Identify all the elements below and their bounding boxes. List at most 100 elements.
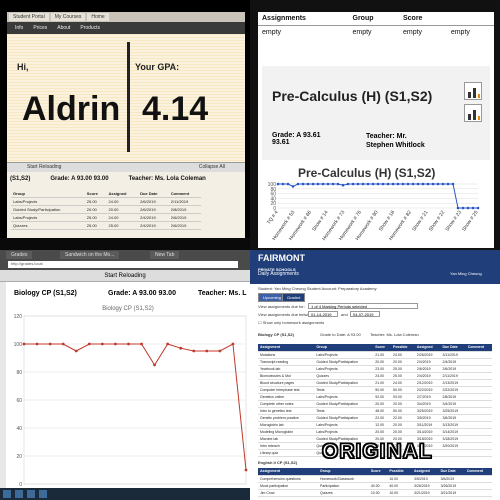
table-cell: 3/4/2019	[414, 400, 441, 408]
table-cell: 3/11/2019	[414, 421, 441, 429]
col-header: Assigned	[106, 190, 139, 198]
table-cell: 22.00	[373, 414, 392, 422]
browser-window: Student Portal My Courses Home Info Pric…	[7, 12, 245, 240]
tab[interactable]: Home	[87, 13, 109, 21]
table-cell: 25.00	[391, 365, 415, 373]
data-point	[401, 182, 405, 186]
date-to-input[interactable]: 04-07-2019	[350, 311, 380, 317]
nav-item[interactable]: Prices	[33, 25, 47, 31]
chart-icon[interactable]	[464, 82, 482, 100]
collapse-button[interactable]: Collapse All	[199, 164, 225, 171]
table-cell: 3/14/2019	[440, 428, 466, 436]
tab-graded[interactable]: Graded	[282, 293, 306, 302]
page-content: Biology CP (S1,S2) 0 20 40 60 80 100 120	[6, 282, 250, 492]
table-cell	[465, 400, 492, 408]
tab[interactable]: Student Portal	[9, 13, 49, 21]
table-cell: Quizzes	[318, 489, 369, 497]
table-cell	[465, 379, 492, 387]
teacher-label: Teacher:	[366, 133, 395, 140]
data-point	[179, 346, 183, 350]
quadrant-precalc: Assignments Group Score empty empty empt…	[250, 0, 500, 250]
table-cell: 23.00	[373, 365, 392, 373]
table-cell	[368, 475, 388, 483]
table-cell: 20.00	[373, 400, 392, 408]
table-cell: Labs/Projects	[314, 365, 374, 373]
table-cell: 2/6/2019	[414, 365, 441, 373]
table-cell: 24.00	[391, 351, 415, 359]
marking-period-select[interactable]: 1 of 4 Marking Periods selected	[308, 303, 418, 309]
table-cell: Guided Study/Participation	[11, 205, 85, 214]
table-cell: 2/4/2019	[414, 358, 441, 366]
browser-tab[interactable]: New Tab	[150, 251, 180, 259]
data-point	[127, 342, 130, 346]
data-point	[351, 182, 355, 186]
data-point	[281, 182, 285, 186]
data-point	[61, 342, 65, 346]
nav-item[interactable]: Info	[15, 25, 23, 31]
start-icon[interactable]	[3, 490, 11, 498]
browser-tab[interactable]: Sandwich on the Mo...	[60, 251, 120, 259]
col-header: Score	[368, 468, 388, 476]
data-point	[276, 182, 280, 186]
table-cell: 2/4/2019	[440, 358, 466, 366]
data-point	[316, 182, 320, 186]
data-point	[411, 182, 415, 186]
reload-button[interactable]: Start Reloading	[0, 270, 250, 282]
table-cell	[465, 351, 492, 359]
course-teacher: Teacher: Ms. Lola Coleman	[128, 176, 206, 182]
app-icon[interactable]	[15, 490, 23, 498]
data-point	[166, 342, 170, 346]
user-name[interactable]: Yan Ming Cheung	[450, 271, 482, 276]
grade-cut: 93.61	[272, 139, 290, 146]
table-cell	[464, 475, 492, 483]
homework-filter-label: Show only homework assignments	[262, 320, 325, 325]
table-cell: Tests	[314, 407, 374, 415]
table-row: Modeling Microglobin Labs/Projects 20.00 20…	[258, 428, 492, 436]
filter-label: View assignments due for:	[258, 304, 305, 309]
action-bar: Start Reloading Collapse All	[7, 162, 245, 172]
table-cell: 50.00	[391, 386, 415, 394]
data-point	[331, 182, 335, 186]
col-header: Assigned	[412, 468, 439, 476]
browser-tab[interactable]: Grades	[6, 251, 33, 259]
table-row: Transcript reading Guided Study/Participa…	[258, 358, 492, 366]
app-icon[interactable]	[39, 490, 47, 498]
app-icon[interactable]	[27, 490, 35, 498]
table-cell: 24.00	[106, 213, 139, 222]
table-cell: 22.00	[391, 414, 415, 422]
empty-cell: empty	[262, 29, 282, 36]
table-cell	[465, 372, 492, 380]
address-bar[interactable]: http://grades.local	[8, 261, 238, 268]
col-header: Group	[11, 190, 85, 198]
table-cell: Labs/Projects	[11, 197, 85, 206]
homework-filter[interactable]: ☐ Show only homework assignments	[258, 320, 324, 325]
y-tick-label: 100	[268, 182, 277, 188]
data-point	[396, 182, 400, 186]
data-point	[461, 206, 465, 210]
table-cell: Yearbook lab	[258, 365, 315, 373]
data-point	[406, 182, 410, 186]
data-point	[446, 182, 450, 186]
nav-item[interactable]: About	[57, 25, 70, 31]
table-row: Complete other notes Guided Study/Partici…	[258, 400, 492, 408]
col-header: Assignment	[258, 468, 319, 476]
table-row: Guided Study/Participation 20.00 20.00 2/6/…	[11, 205, 201, 214]
tab[interactable]: My Courses	[50, 13, 86, 21]
date-from-input[interactable]: 01-14-2019	[308, 311, 338, 317]
reload-button[interactable]: Start Reloading	[27, 164, 61, 171]
table-cell: Intro to genetics test	[258, 407, 315, 415]
table-row: Intro to genetics test Tests 48.00 50.00 3/2…	[258, 407, 492, 415]
table-cell: Guided Study/Participation	[314, 379, 374, 387]
data-point	[381, 182, 385, 186]
table-cell: Genetics online	[258, 393, 315, 401]
data-point	[140, 342, 143, 346]
table-cell: 2/11/2019	[168, 197, 201, 206]
table-cell: 2/6/2019	[138, 205, 169, 214]
table-cell: 2/26/2019	[414, 351, 441, 359]
table-row: Biomolecules & Mol Quizzes 24.00 25.00 2/4/2…	[258, 372, 492, 380]
course-teacher: Teacher: Ms. Lola Coleman	[370, 332, 419, 337]
table-cell: 3/21/2019	[412, 489, 439, 497]
chart-icon[interactable]	[464, 104, 482, 122]
nav-item[interactable]: Products	[80, 25, 100, 31]
table-cell: 21.00	[373, 379, 392, 387]
